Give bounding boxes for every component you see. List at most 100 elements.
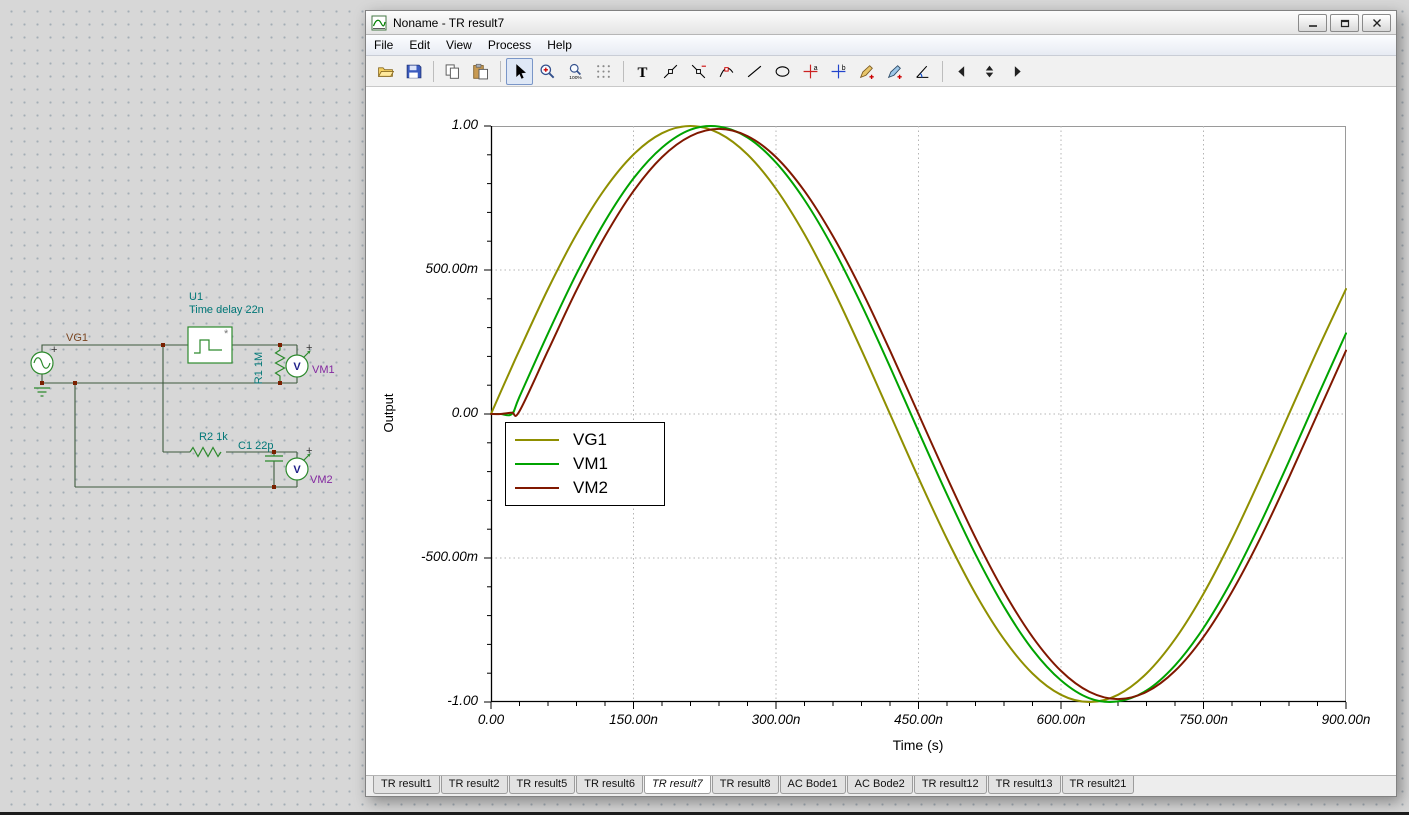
plot-canvas <box>484 125 1347 709</box>
toolbar-separator <box>500 60 501 82</box>
y-tick-label: -500.00m <box>420 549 478 564</box>
tab-tr-result7[interactable]: TR result7 <box>644 776 711 794</box>
x-tick-label: 600.00n <box>1036 712 1086 727</box>
label-vm2: VM2 <box>310 474 333 486</box>
paste-button[interactable] <box>467 58 494 85</box>
maximize-icon <box>1340 19 1349 27</box>
curve-spinner-button[interactable] <box>976 58 1003 85</box>
tangent-tool-button[interactable] <box>657 58 684 85</box>
add-curve-button[interactable] <box>853 58 880 85</box>
insert-text-button[interactable] <box>629 58 656 85</box>
ellipse-tool-button[interactable] <box>769 58 796 85</box>
secant-tool-button[interactable] <box>685 58 712 85</box>
label-r2: R2 1k <box>199 431 228 443</box>
zoom-100-icon <box>567 63 584 80</box>
tab-tr-result5[interactable]: TR result5 <box>508 776 576 794</box>
next-curve-button[interactable] <box>1004 58 1031 85</box>
slope-tool-button[interactable] <box>909 58 936 85</box>
menu-edit[interactable]: Edit <box>401 36 438 54</box>
x-tick-label: 150.00n <box>609 712 658 727</box>
chart-area: Output Time (s) VG1 VM1 VM2 1.00 500.00m 0.0… <box>366 87 1396 775</box>
x-tick-label: 0.00 <box>477 712 505 727</box>
menu-view[interactable]: View <box>438 36 480 54</box>
pen-plus-icon <box>858 63 875 80</box>
label-c1: C1 22p <box>238 440 273 452</box>
resistor-r1[interactable] <box>274 345 286 383</box>
circuit-schematic[interactable]: + + + * VG1 U1 Time delay 22n R1 1M VM1 … <box>0 0 365 815</box>
menu-process[interactable]: Process <box>480 36 539 54</box>
grid-icon <box>595 63 612 80</box>
toolbar-separator <box>433 60 434 82</box>
y-tick-label: -1.00 <box>447 693 478 708</box>
label-r1: R1 1M <box>253 352 265 384</box>
edit-curve-button[interactable] <box>881 58 908 85</box>
legend-swatch <box>515 463 559 465</box>
save-icon <box>405 63 422 80</box>
x-axis-title: Time (s) <box>892 737 944 753</box>
close-button[interactable] <box>1362 13 1391 32</box>
tab-tr-result8[interactable]: TR result8 <box>711 776 779 794</box>
select-cursor-button[interactable] <box>506 57 533 85</box>
toggle-grid-button[interactable] <box>590 58 617 85</box>
copy-button[interactable] <box>439 58 466 85</box>
angle-icon <box>914 63 931 80</box>
plot-area[interactable]: VG1 VM1 VM2 <box>484 125 1347 709</box>
plus-sign: + <box>306 342 312 354</box>
spinner-icon <box>981 63 998 80</box>
tangent2-icon <box>690 63 707 80</box>
tab-tr-result12[interactable]: TR result12 <box>913 776 987 794</box>
cursor-b-button[interactable] <box>825 58 852 85</box>
save-button[interactable] <box>400 58 427 85</box>
tab-ac-bode1[interactable]: AC Bode1 <box>779 776 846 794</box>
legend-swatch <box>515 439 559 441</box>
tab-tr-result6[interactable]: TR result6 <box>576 776 643 794</box>
meter-v-symbol: V <box>293 361 301 373</box>
menu-help[interactable]: Help <box>539 36 580 54</box>
capacitor-c1[interactable] <box>265 455 283 462</box>
label-u1-ref: U1 <box>189 291 203 303</box>
legend[interactable]: VG1 VM1 VM2 <box>505 422 665 506</box>
tab-tr-result1[interactable]: TR result1 <box>373 776 440 794</box>
marker-icon <box>718 63 735 80</box>
menu-file[interactable]: File <box>366 36 401 54</box>
prev-curve-button[interactable] <box>948 58 975 85</box>
marker-tool-button[interactable] <box>713 58 740 85</box>
legend-swatch <box>515 487 559 489</box>
line-tool-button[interactable] <box>741 58 768 85</box>
tangent-icon <box>662 63 679 80</box>
asterisk-mark: * <box>224 328 229 340</box>
toolbar-separator <box>942 60 943 82</box>
app-icon <box>371 15 387 31</box>
ellipse-icon <box>774 63 791 80</box>
plus-sign: + <box>51 344 57 356</box>
paste-icon <box>472 63 489 80</box>
resistor-r2[interactable] <box>189 446 222 458</box>
x-tick-label: 450.00n <box>894 712 943 727</box>
y-tick-label: 1.00 <box>451 117 478 132</box>
result-tabs: TR result1 TR result2 TR result5 TR result6… <box>366 775 1396 796</box>
minimize-button[interactable] <box>1298 13 1327 32</box>
zoom-in-icon <box>539 63 556 80</box>
arrow-left-icon <box>953 63 970 80</box>
open-button[interactable] <box>372 58 399 85</box>
zoom-in-button[interactable] <box>534 58 561 85</box>
legend-label: VG1 <box>573 430 608 449</box>
text-icon <box>634 63 651 80</box>
window-titlebar[interactable]: Noname - TR result7 <box>366 11 1396 35</box>
tab-tr-result21[interactable]: TR result21 <box>1061 776 1135 794</box>
y-tick-label: 500.00m <box>425 261 478 276</box>
label-vm1: VM1 <box>312 364 335 376</box>
legend-row-vm2: VM2 <box>506 476 664 500</box>
tab-ac-bode2[interactable]: AC Bode2 <box>846 776 913 794</box>
tab-tr-result2[interactable]: TR result2 <box>440 776 508 794</box>
schematic-editor-canvas: + + + * VG1 U1 Time delay 22n R1 1M VM1 … <box>0 0 1409 815</box>
maximize-button[interactable] <box>1330 13 1359 32</box>
tab-tr-result13[interactable]: TR result13 <box>987 776 1061 794</box>
meter-v-symbol: V <box>293 464 301 476</box>
legend-label: VM1 <box>573 454 608 473</box>
close-icon <box>1372 18 1381 27</box>
x-tick-label: 300.00n <box>751 712 801 727</box>
arrow-right-icon <box>1009 63 1026 80</box>
cursor-a-button[interactable] <box>797 58 824 85</box>
zoom-100-button[interactable] <box>562 58 589 85</box>
